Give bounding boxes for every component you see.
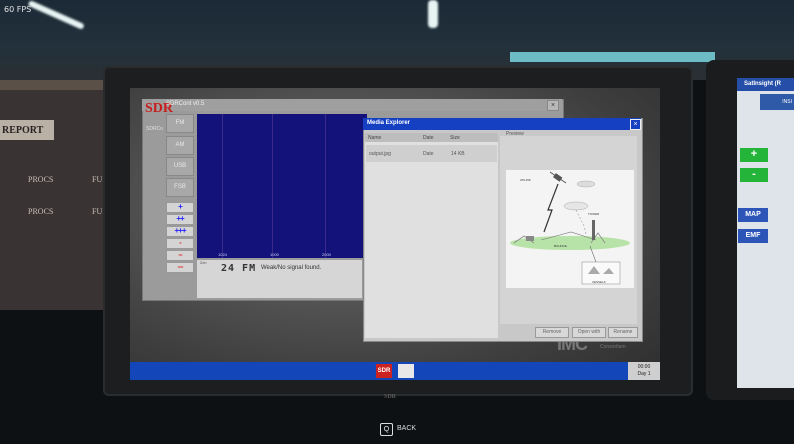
step-down-3-button[interactable]: ---: [166, 262, 194, 273]
wall-cell: PROCS: [28, 175, 54, 184]
wall-cell: FU: [92, 207, 103, 216]
back-label[interactable]: BACK: [397, 425, 416, 432]
mode-fsb-button[interactable]: FSB: [166, 178, 194, 197]
mode-fm-button[interactable]: FM: [166, 114, 194, 133]
wall-cell: FU: [92, 175, 103, 184]
taskbar-sdr-app[interactable]: SDR: [376, 364, 392, 378]
sdr-logo-sub: SDRCo: [146, 126, 163, 132]
diagram-label-tower: TOWER: [588, 212, 600, 216]
spectrum-gridline: [325, 114, 326, 258]
satinsight-logo: INSI: [760, 94, 794, 110]
back-key-icon[interactable]: Q: [380, 423, 393, 436]
column-size[interactable]: Size: [450, 135, 460, 141]
frequency-channel-label: 2ch: [200, 260, 207, 265]
emf-button[interactable]: EMF: [738, 229, 768, 243]
signal-diagram-image: [510, 171, 630, 285]
taskbar: [130, 362, 660, 380]
mode-usb-button[interactable]: USB: [166, 157, 194, 176]
ceiling-lamp: [428, 0, 438, 28]
spectrum-gridline: [272, 114, 273, 258]
media-explorer-close-button[interactable]: ×: [630, 119, 641, 130]
sdr-titlebar: [142, 99, 562, 111]
taskbar-clock: 00:00 Day 1: [628, 362, 660, 380]
file-list: [365, 133, 498, 338]
preview-image: [506, 170, 634, 288]
file-name: output.jpg: [369, 151, 391, 157]
diagram-label-vessels: VESSELS: [592, 280, 606, 284]
rename-button[interactable]: Rename: [608, 327, 638, 338]
zoom-out-button[interactable]: -: [740, 168, 768, 182]
spectrum-tick: 2000: [322, 252, 331, 257]
diagram-label-bounce: BOUNCE: [554, 244, 567, 248]
open-with-button[interactable]: Open with: [572, 327, 606, 338]
monitor-brand: SDR: [384, 394, 397, 400]
step-down-2-button[interactable]: --: [166, 250, 194, 261]
step-up-2-button[interactable]: ++: [166, 214, 194, 225]
step-up-1-button[interactable]: +: [166, 202, 194, 213]
column-name[interactable]: Name: [368, 135, 381, 141]
wall-cell: PROCS: [28, 207, 54, 216]
sdr-window-title: SDRCont v0.5: [166, 101, 205, 107]
spectrum-gridline: [222, 114, 223, 258]
spectrum-tick: 1000: [270, 252, 279, 257]
taskbar-media-app[interactable]: [398, 364, 414, 378]
map-button[interactable]: MAP: [738, 208, 768, 222]
step-down-1-button[interactable]: -: [166, 238, 194, 249]
mode-am-button[interactable]: AM: [166, 136, 194, 155]
file-size: 14 KB: [451, 151, 465, 157]
sdr-close-button[interactable]: ×: [547, 100, 559, 111]
media-explorer-title: Media Explorer: [367, 120, 411, 126]
column-date[interactable]: Date: [423, 135, 434, 141]
remove-button[interactable]: Remove: [535, 327, 569, 338]
report-label: REPORT: [2, 125, 44, 136]
zoom-in-button[interactable]: +: [740, 148, 768, 162]
satinsight-title: SatInsight (R: [744, 81, 781, 87]
fps-counter: 60 FPS: [4, 5, 32, 14]
step-up-3-button[interactable]: +++: [166, 226, 194, 237]
spectrum-tick: 1024: [218, 252, 227, 257]
signal-status: Weak/No signal found.: [261, 265, 322, 271]
diagram-label-uplink: UPLINK: [520, 178, 531, 182]
frequency-readout: 24 FM: [221, 263, 257, 274]
file-date: Date: [423, 151, 434, 157]
window-light: [510, 52, 715, 62]
